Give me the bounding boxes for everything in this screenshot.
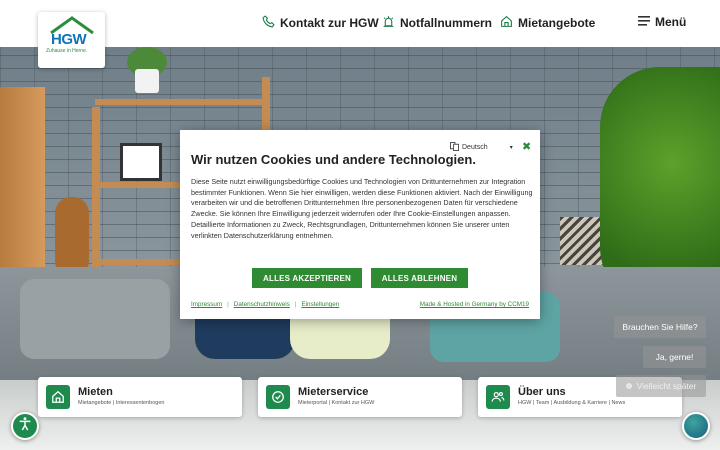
nav-rentals[interactable]: Mietangebote (500, 15, 595, 31)
site-logo[interactable]: HGW Zuhause in Herne. (38, 12, 105, 68)
phone-icon (262, 15, 280, 31)
alarm-light-icon (382, 15, 400, 31)
help-later-label: Vielleicht später (636, 381, 697, 391)
logo-tagline: Zuhause in Herne. (46, 48, 88, 54)
accept-all-button[interactable]: ALLES AKZEPTIEREN (252, 268, 362, 288)
cookie-footer-links: Impressum | Datenschutzhinweis | Einstel… (191, 301, 339, 308)
chevron-down-icon: ▾ (509, 145, 513, 151)
card-title: Mieten (78, 386, 113, 398)
card-subtitle: Mietangebote | Interessentenbogen (78, 400, 165, 406)
card-mieten[interactable]: Mieten Mietangebote | Interessentenbogen (38, 377, 242, 417)
close-icon[interactable]: ✖ (522, 140, 531, 153)
help-yes-button[interactable]: Ja, gerne! (643, 346, 706, 368)
privacy-link[interactable]: Datenschutzhinweis (234, 301, 290, 308)
accessibility-icon (17, 416, 33, 437)
menu-label: Menü (655, 15, 687, 29)
reject-all-button[interactable]: ALLES ABLEHNEN (371, 268, 468, 288)
house-icon (46, 385, 70, 409)
cookie-consent-dialog: Deutsch ▾ ✖ Wir nutzen Cookies und ander… (180, 130, 540, 319)
nav-contact-label: Kontakt zur HGW (280, 16, 379, 30)
hosted-by-link[interactable]: Made & Hosted in Germany by CCM19 (420, 301, 529, 308)
divider: | (294, 301, 297, 308)
card-mieterservice[interactable]: Mieterservice Mieterportal | Kontakt zur… (258, 377, 462, 417)
imprint-link[interactable]: Impressum (191, 301, 222, 308)
nav-emergency-label: Notfallnummern (400, 16, 493, 30)
card-title: Mieterservice (298, 386, 369, 398)
card-title: Über uns (518, 386, 566, 398)
nav-rentals-label: Mietangebote (518, 16, 596, 30)
accessibility-button[interactable] (11, 412, 39, 440)
card-subtitle: HGW | Team | Ausbildung & Karriere | New… (518, 400, 626, 406)
check-circle-icon (266, 385, 290, 409)
settings-link[interactable]: Einstellungen (301, 301, 339, 308)
status-dot-icon (625, 383, 632, 389)
divider: | (227, 301, 229, 308)
card-subtitle: Mieterportal | Kontakt zur HGW (298, 400, 375, 406)
menu-button[interactable]: Menü (638, 15, 686, 29)
language-value: Deutsch (462, 144, 488, 151)
help-later-button[interactable]: Vielleicht später (616, 375, 706, 397)
nav-emergency[interactable]: Notfallnummern (382, 15, 492, 31)
help-question-bubble: Brauchen Sie Hilfe? (614, 316, 706, 338)
nav-contact[interactable]: Kontakt zur HGW (262, 15, 379, 31)
site-header: Kontakt zur HGW Notfallnummern Mietangeb… (0, 0, 720, 47)
cookie-text: Diese Seite nutzt einwilligungsbedürftig… (191, 177, 533, 240)
house-icon (500, 15, 518, 31)
people-icon (486, 385, 510, 409)
logo-brand: HGW (51, 31, 87, 48)
cookie-title: Wir nutzen Cookies und andere Technologi… (191, 152, 476, 167)
hamburger-icon (638, 15, 655, 29)
chat-avatar-icon[interactable] (682, 412, 710, 440)
